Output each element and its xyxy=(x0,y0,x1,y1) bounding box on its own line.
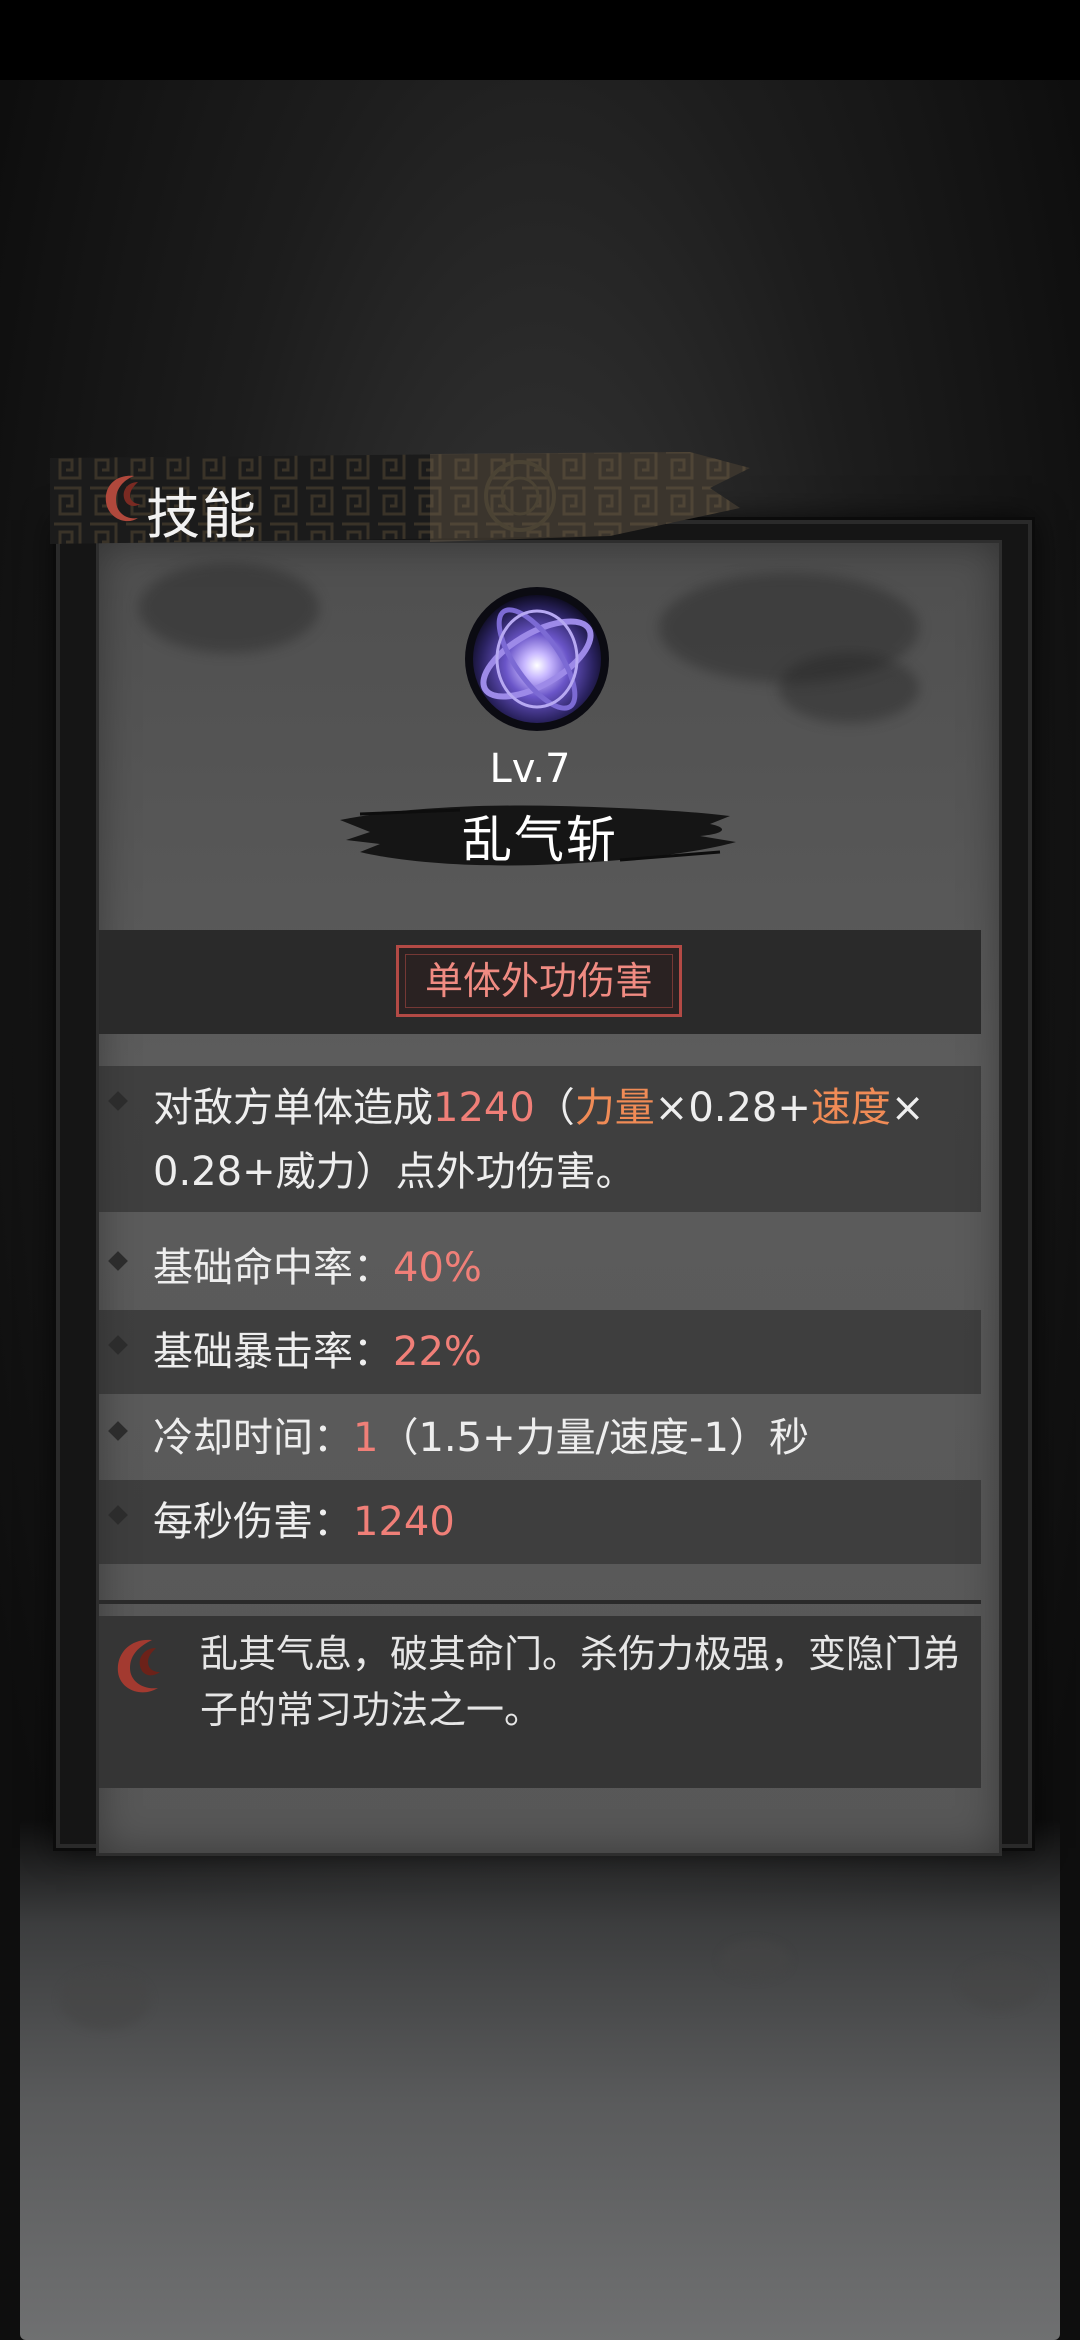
cooldown: 冷却时间：1（1.5+力量/速度-1）秒 xyxy=(153,1406,971,1470)
multiplier: ×0.28+ xyxy=(654,1085,811,1131)
skill-name: 乱气斩 xyxy=(462,811,618,869)
dps: 每秒伤害：1240 xyxy=(153,1490,971,1554)
diamond-bullet-icon xyxy=(108,1335,128,1355)
diamond-bullet-icon xyxy=(108,1251,128,1271)
stat-row-damage: 对敌方单体造成1240（力量×0.28+速度× 0.28+威力）点外功伤害。 xyxy=(99,1066,981,1212)
paren: （ xyxy=(534,1085,575,1131)
fog-blot xyxy=(960,1960,1040,2010)
damage-value: 1240 xyxy=(433,1085,535,1131)
diamond-bullet-icon xyxy=(108,1091,128,1111)
dps-value: 1240 xyxy=(353,1499,455,1545)
fog-blot xyxy=(60,1970,150,2030)
hit-value: 40% xyxy=(393,1245,482,1291)
stat-speed: 速度 xyxy=(810,1085,891,1131)
dps-label: 每秒伤害： xyxy=(153,1499,353,1545)
damage-suffix: 0.28+威力）点外功伤害。 xyxy=(153,1149,636,1195)
hit-rate: 基础命中率：40% xyxy=(153,1236,971,1300)
diamond-bullet-icon xyxy=(108,1421,128,1441)
damage-description: 对敌方单体造成1240（力量×0.28+速度× 0.28+威力）点外功伤害。 xyxy=(153,1076,971,1204)
skill-orb-icon xyxy=(465,587,609,731)
skill-description: 乱其气息，破其命门。杀伤力极强，变隐门弟子的常习功法之一。 xyxy=(200,1632,961,1732)
crit-rate: 基础暴击率：22% xyxy=(153,1320,971,1384)
status-bar-area xyxy=(0,0,1080,80)
stat-row-crit: 基础暴击率：22% xyxy=(99,1310,981,1394)
stat-row-hit: 基础命中率：40% xyxy=(99,1226,981,1310)
crit-label: 基础暴击率： xyxy=(153,1329,393,1375)
cooldown-label: 冷却时间： xyxy=(153,1415,353,1461)
section-divider xyxy=(99,1600,981,1604)
damage-prefix: 对敌方单体造成 xyxy=(153,1085,433,1131)
page-title: 技能 xyxy=(146,483,258,546)
stat-strength: 力量 xyxy=(574,1085,655,1131)
stat-row-dps: 每秒伤害：1240 xyxy=(99,1480,981,1564)
skill-detail-screen: 技能 Lv.7 乱气斩 单体外功伤害 对敌方单体造成1240（力量×0.28+速… xyxy=(0,0,1080,2340)
cooldown-formula: （1.5+力量/速度-1）秒 xyxy=(378,1415,809,1461)
skill-type-tag: 单体外功伤害 xyxy=(396,945,682,1017)
background-fog xyxy=(20,1820,1060,2340)
skill-level: Lv.7 xyxy=(489,746,571,792)
sect-logo-icon xyxy=(117,1639,160,1693)
multiplier: × xyxy=(890,1085,925,1131)
diamond-bullet-icon xyxy=(108,1505,128,1525)
stat-row-cooldown: 冷却时间：1（1.5+力量/速度-1）秒 xyxy=(99,1396,981,1480)
ink-wash xyxy=(139,563,319,653)
cooldown-value: 1 xyxy=(353,1415,379,1461)
ink-wash xyxy=(779,653,919,723)
sect-logo-icon xyxy=(105,475,140,522)
fog-blot xyxy=(720,1940,790,1980)
crit-value: 22% xyxy=(393,1329,482,1375)
hit-label: 基础命中率： xyxy=(153,1245,393,1291)
